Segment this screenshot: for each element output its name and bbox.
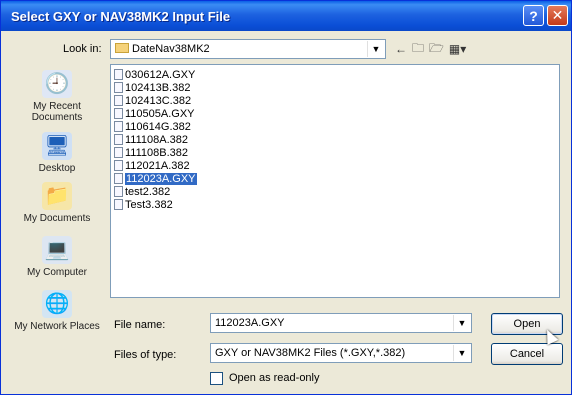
- file-type-dropdown[interactable]: GXY or NAV38MK2 Files (*.GXY,*.382) ▼: [210, 343, 472, 363]
- file-icon: [114, 173, 123, 184]
- list-item[interactable]: 030612A.GXY: [114, 69, 195, 81]
- file-icon: [114, 121, 123, 132]
- title-bar[interactable]: Select GXY or NAV38MK2 Input File ? ✕: [1, 1, 571, 31]
- list-item[interactable]: 110505A.GXY: [114, 108, 195, 120]
- list-item[interactable]: 102413B.382: [114, 82, 190, 94]
- list-item[interactable]: 111108A.382: [114, 134, 188, 146]
- file-icon: [114, 134, 123, 145]
- file-icon: [114, 199, 123, 210]
- list-item[interactable]: test2.382: [114, 186, 170, 198]
- list-item-selected[interactable]: 112023A.GXY: [114, 173, 197, 185]
- list-item[interactable]: Test3.382: [114, 199, 173, 211]
- look-in-dropdown[interactable]: DateNav38MK2 ▼: [110, 39, 386, 59]
- file-icon: [114, 82, 123, 93]
- file-icon: [114, 186, 123, 197]
- place-label: Desktop: [38, 163, 76, 174]
- file-icon: [114, 69, 123, 80]
- list-item[interactable]: 102413C.382: [114, 95, 191, 107]
- file-name-field[interactable]: 112023A.GXY ▼: [210, 313, 472, 333]
- view-menu-icon[interactable]: ▦▾: [449, 42, 466, 56]
- places-bar: 🕘 My Recent Documents 🖥 Desktop 📁 My Doc…: [11, 64, 103, 384]
- place-label: My Recent Documents: [31, 101, 83, 123]
- close-button[interactable]: ✕: [547, 5, 568, 26]
- look-in-label: Look in:: [63, 43, 102, 55]
- file-type-label: Files of type:: [114, 349, 177, 361]
- look-in-value: DateNav38MK2: [132, 43, 210, 55]
- place-label: My Documents: [23, 213, 91, 224]
- read-only-checkbox[interactable]: [210, 372, 223, 385]
- file-icon: [114, 95, 123, 106]
- place-my-computer[interactable]: 💻 My Computer: [11, 236, 103, 278]
- new-folder-icon[interactable]: 🗁: [429, 39, 444, 60]
- place-recent-documents[interactable]: 🕘 My Recent Documents: [11, 70, 103, 123]
- dialog-title: Select GXY or NAV38MK2 Input File: [11, 9, 231, 24]
- my-computer-icon: 💻: [42, 236, 72, 264]
- list-item[interactable]: 112021A.382: [114, 160, 190, 172]
- folder-icon: [115, 43, 129, 53]
- file-name-label: File name:: [114, 319, 166, 331]
- cancel-button[interactable]: Cancel: [491, 343, 563, 365]
- file-icon: [114, 108, 123, 119]
- file-name-value: 112023A.GXY: [215, 317, 285, 329]
- list-item[interactable]: 110614G.382: [114, 121, 191, 133]
- chevron-down-icon[interactable]: ▼: [367, 41, 384, 57]
- file-open-dialog: Select GXY or NAV38MK2 Input File ? ✕ Lo…: [0, 0, 572, 395]
- my-documents-icon: 📁: [42, 182, 72, 210]
- back-icon[interactable]: ←: [395, 42, 407, 56]
- chevron-down-icon[interactable]: ▼: [453, 315, 470, 331]
- place-my-documents[interactable]: 📁 My Documents: [11, 182, 103, 224]
- up-folder-icon[interactable]: 🗀: [412, 39, 424, 60]
- file-type-value: GXY or NAV38MK2 Files (*.GXY,*.382): [215, 347, 406, 359]
- place-desktop[interactable]: 🖥 Desktop: [11, 132, 103, 174]
- place-network-places[interactable]: 🌐 My Network Places: [11, 290, 103, 332]
- list-item[interactable]: 111108B.382: [114, 147, 188, 159]
- recent-documents-icon: 🕘: [42, 70, 72, 98]
- help-button[interactable]: ?: [523, 5, 544, 26]
- file-icon: [114, 147, 123, 158]
- file-icon: [114, 160, 123, 171]
- file-list[interactable]: 030612A.GXY 102413B.382 102413C.382 1105…: [110, 64, 560, 298]
- place-label: My Computer: [26, 267, 87, 278]
- chevron-down-icon[interactable]: ▼: [453, 345, 470, 361]
- place-label: My Network Places: [14, 321, 100, 332]
- read-only-label: Open as read-only: [229, 372, 320, 384]
- desktop-icon: 🖥: [42, 132, 72, 160]
- network-places-icon: 🌐: [42, 290, 72, 318]
- dialog-toolbar: ← 🗀 🗁 ▦▾: [395, 39, 466, 59]
